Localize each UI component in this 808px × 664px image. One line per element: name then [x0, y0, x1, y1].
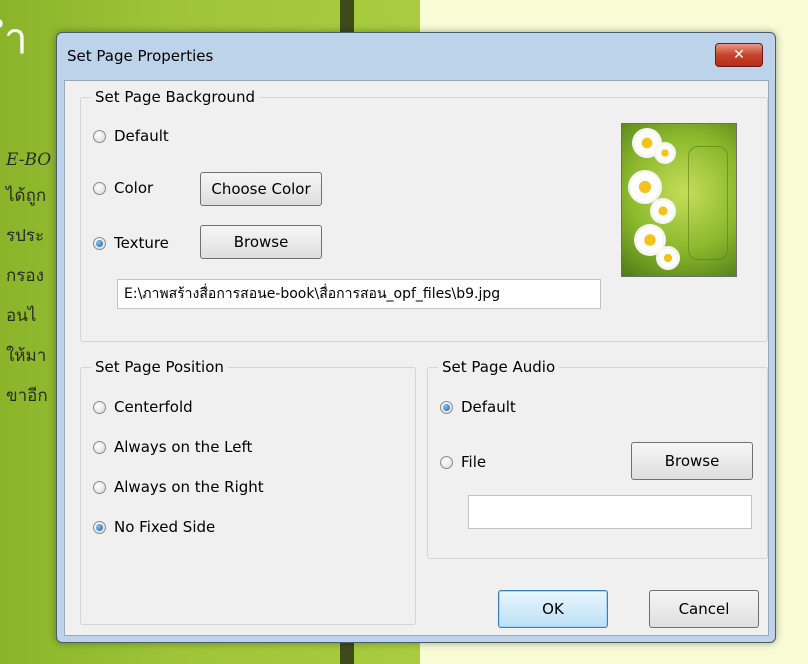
close-button[interactable]: ✕: [715, 43, 763, 67]
position-no-fixed-label: No Fixed Side: [114, 518, 216, 536]
background-group: Set Page Background Default Color Choose…: [80, 88, 768, 342]
close-icon: ✕: [733, 47, 745, 63]
document-heading: ำ: [4, 14, 28, 63]
radio-no-fixed-side[interactable]: [93, 520, 106, 534]
radio-audio-file[interactable]: [440, 455, 453, 469]
audio-file-path-field[interactable]: [468, 495, 752, 529]
position-centerfold-option[interactable]: Centerfold: [93, 398, 193, 416]
position-no-fixed-option[interactable]: No Fixed Side: [93, 518, 215, 536]
audio-default-label: Default: [461, 398, 516, 416]
background-group-legend: Set Page Background: [91, 88, 259, 106]
flower-decoration: [630, 172, 660, 202]
radio-color[interactable]: [93, 181, 106, 195]
ok-button[interactable]: OK: [498, 590, 608, 628]
radio-default[interactable]: [93, 129, 106, 143]
document-line: รประ: [6, 226, 45, 246]
background-color-option[interactable]: Color: [93, 179, 153, 197]
background-texture-label: Texture: [114, 234, 169, 252]
texture-path-field[interactable]: E:\ภาพสร้างสื่อการสอนe-book\สื่อการสอน_o…: [117, 279, 601, 309]
set-page-properties-dialog: Set Page Properties ✕ Set Page Backgroun…: [56, 32, 776, 643]
position-centerfold-label: Centerfold: [114, 398, 193, 416]
audio-file-option[interactable]: File: [440, 453, 486, 471]
dialog-titlebar[interactable]: Set Page Properties ✕: [57, 33, 775, 79]
radio-always-right[interactable]: [93, 480, 106, 494]
flower-decoration: [658, 248, 678, 268]
document-line: อนไ: [6, 306, 37, 326]
document-line: ได้ถูก: [6, 186, 47, 206]
radio-texture[interactable]: [93, 236, 106, 250]
document-line: E-BO: [6, 150, 52, 170]
background-texture-option[interactable]: Texture: [93, 234, 169, 252]
position-right-option[interactable]: Always on the Right: [93, 478, 264, 496]
position-group-legend: Set Page Position: [91, 358, 228, 376]
dialog-title: Set Page Properties: [67, 47, 214, 65]
flower-decoration: [636, 226, 664, 254]
radio-audio-default[interactable]: [440, 400, 453, 414]
choose-color-button[interactable]: Choose Color: [200, 172, 322, 206]
position-group: Set Page Position Centerfold Always on t…: [80, 358, 416, 625]
background-color-label: Color: [114, 179, 154, 197]
document-line: กรอง: [6, 266, 44, 286]
texture-browse-button[interactable]: Browse: [200, 225, 322, 259]
position-left-option[interactable]: Always on the Left: [93, 438, 252, 456]
cancel-button[interactable]: Cancel: [649, 590, 759, 628]
frame-decoration: [688, 146, 728, 260]
radio-centerfold[interactable]: [93, 400, 106, 414]
audio-group-legend: Set Page Audio: [438, 358, 560, 376]
position-left-label: Always on the Left: [114, 438, 253, 456]
dialog-client-area: Set Page Background Default Color Choose…: [64, 80, 769, 636]
audio-browse-button[interactable]: Browse: [631, 442, 753, 480]
flower-decoration: [652, 200, 674, 222]
document-line: ขาอีก: [6, 386, 48, 406]
background-default-label: Default: [114, 127, 169, 145]
audio-file-label: File: [461, 453, 487, 471]
radio-always-left[interactable]: [93, 440, 106, 454]
background-default-option[interactable]: Default: [93, 127, 169, 145]
position-right-label: Always on the Right: [114, 478, 264, 496]
audio-default-option[interactable]: Default: [440, 398, 516, 416]
document-line: ให้มา: [6, 346, 47, 366]
texture-preview-image: [621, 123, 737, 277]
audio-group: Set Page Audio Default File Browse: [427, 358, 768, 559]
flower-decoration: [656, 144, 674, 162]
